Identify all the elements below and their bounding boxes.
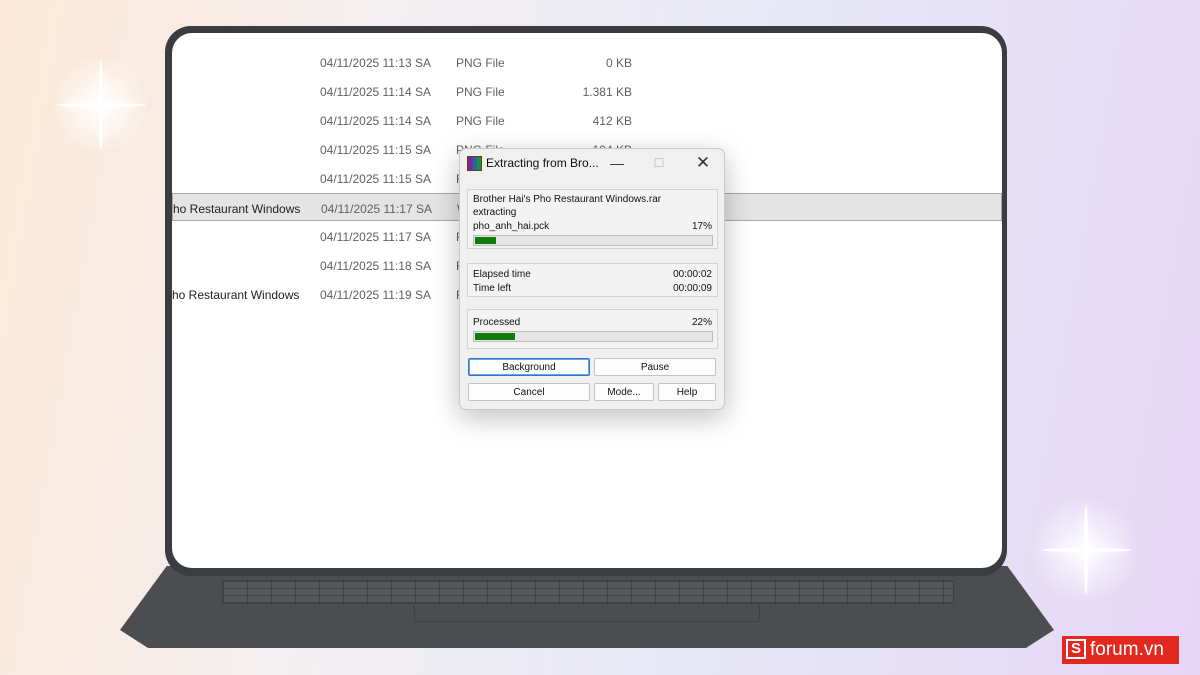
sforum-text: forum.vn: [1090, 639, 1164, 660]
file-row[interactable]: 04/11/2025 11:14 SA PNG File 1.381 KB: [172, 77, 1002, 105]
action-status: extracting: [473, 207, 517, 218]
file-row[interactable]: 04/11/2025 11:13 SA PNG File 0 KB: [172, 48, 1002, 76]
file-size: 0 KB: [605, 56, 632, 70]
file-date: 04/11/2025 11:14 SA: [320, 114, 431, 128]
winrar-icon: [467, 156, 482, 171]
mode-button[interactable]: Mode...: [594, 383, 654, 401]
elapsed-time-value: 00:00:02: [673, 269, 712, 280]
cancel-button[interactable]: Cancel: [468, 383, 590, 401]
file-progress-bar: [473, 235, 713, 246]
laptop-trackpad: [414, 605, 760, 622]
processed-label: Processed: [473, 317, 521, 328]
sparkle-glow-left: [50, 55, 150, 155]
sforum-logo: S forum.vn: [1062, 636, 1179, 664]
file-type: PNG File: [456, 85, 505, 99]
file-date: 04/11/2025 11:17 SA: [320, 230, 431, 244]
file-size: 412 KB: [592, 114, 632, 128]
file-date: 04/11/2025 11:17 SA: [321, 202, 432, 216]
file-row[interactable]: 04/11/2025 11:14 SA PNG File 412 KB: [172, 106, 1002, 134]
file-type: PNG File: [456, 114, 505, 128]
dialog-title: Extracting from Bro...: [486, 156, 599, 170]
elapsed-time-label: Elapsed time: [473, 269, 531, 280]
close-icon[interactable]: ✕: [688, 153, 718, 173]
minimize-icon[interactable]: —: [602, 153, 632, 173]
dialog-titlebar[interactable]: Extracting from Bro... — ☐ ✕: [460, 149, 724, 177]
file-progress-group: Brother Hai's Pho Restaurant Windows.rar…: [467, 189, 718, 249]
maximize-icon[interactable]: ☐: [644, 153, 674, 173]
file-progress-fill: [475, 237, 496, 244]
archive-name: Brother Hai's Pho Restaurant Windows.rar: [473, 194, 662, 205]
processed-progress-fill: [475, 333, 515, 340]
file-date: 04/11/2025 11:18 SA: [320, 259, 431, 273]
processed-group: Processed 22%: [467, 309, 718, 349]
file-date: 04/11/2025 11:19 SA: [320, 288, 431, 302]
file-date: 04/11/2025 11:13 SA: [320, 56, 431, 70]
pause-button[interactable]: Pause: [594, 358, 716, 376]
file-name: ho Restaurant Windows: [172, 288, 300, 302]
time-group: Elapsed time 00:00:02 Time left 00:00:09: [467, 263, 718, 297]
file-percent: 17%: [691, 221, 712, 232]
file-type: PNG File: [456, 56, 505, 70]
processed-percent: 22%: [691, 317, 712, 328]
current-file-name: pho_anh_hai.pck: [473, 221, 550, 232]
laptop-keyboard: [222, 580, 954, 604]
file-size: 1.381 KB: [582, 85, 632, 99]
file-name: ho Restaurant Windows: [173, 202, 301, 216]
file-date: 04/11/2025 11:15 SA: [320, 143, 431, 157]
time-left-value: 00:00:09: [673, 283, 712, 294]
extract-dialog: Extracting from Bro... — ☐ ✕ Brother Hai…: [459, 148, 725, 410]
background-button[interactable]: Background: [468, 358, 590, 376]
file-date: 04/11/2025 11:15 SA: [320, 172, 431, 186]
processed-progress-bar: [473, 331, 713, 342]
time-left-label: Time left: [473, 283, 511, 294]
sparkle-glow-right: [1030, 495, 1140, 605]
file-date: 04/11/2025 11:14 SA: [320, 85, 431, 99]
help-button[interactable]: Help: [658, 383, 716, 401]
sforum-badge: S: [1066, 639, 1086, 659]
